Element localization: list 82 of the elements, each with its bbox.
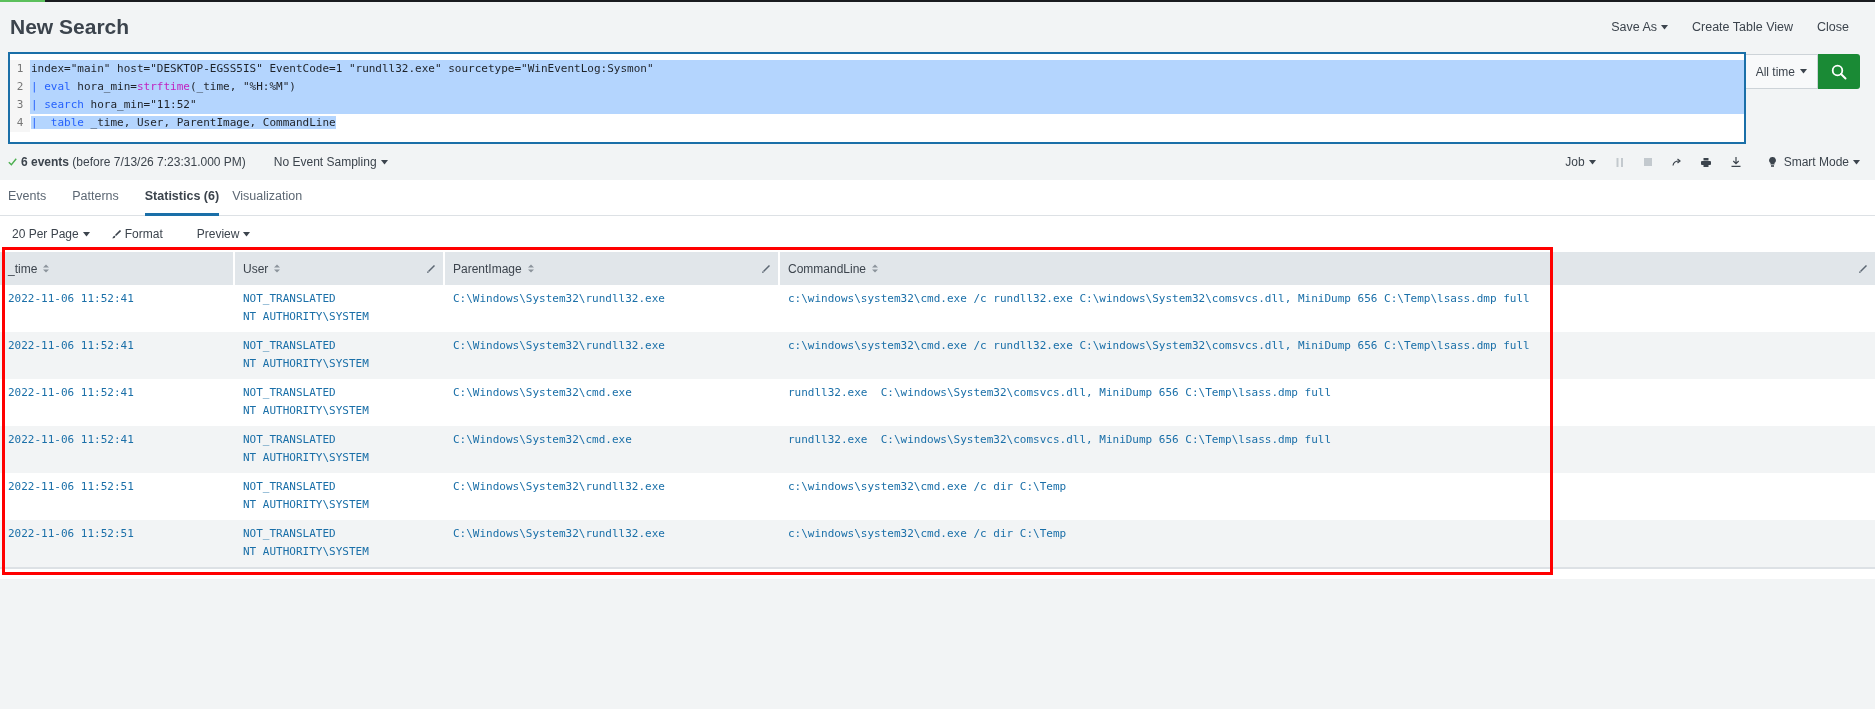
sort-icon xyxy=(43,264,50,273)
table-cell: rundll32.exe C:\windows\System32\comsvcs.dll, MiniDump 656 C:\Temp\lsass.dmp full xyxy=(788,433,1332,446)
table-cell: C:\Windows\System32\rundll32.exe xyxy=(453,339,665,352)
lightbulb-icon xyxy=(1768,157,1776,167)
save-as-dropdown[interactable]: Save As xyxy=(1611,15,1669,39)
code-line: | eval hora_min=strftime(_time, "%H:%M") xyxy=(31,80,296,93)
search-editor[interactable] xyxy=(8,52,1746,144)
caret-icon xyxy=(1588,159,1596,165)
job-dropdown[interactable]: Job xyxy=(1565,153,1596,171)
table-cell-value: NT AUTHORITY\SYSTEM xyxy=(243,450,369,466)
download-button[interactable] xyxy=(1730,157,1741,167)
table-cell: C:\Windows\System32\cmd.exe xyxy=(453,433,632,446)
table-cell: 2022-11-06 11:52:41 xyxy=(8,339,134,352)
table-cell: c:\windows\system32\cmd.exe /c rundll32.exe C:\windows\System32\comsvcs.dll, MiniDump 656 C:\Temp\lsass.dmp full xyxy=(788,339,1530,352)
format-button[interactable]: Format xyxy=(111,225,163,243)
table-cell-value: NT AUTHORITY\SYSTEM xyxy=(243,309,369,325)
table-cell-value: NT AUTHORITY\SYSTEM xyxy=(243,403,369,419)
table-cell: C:\Windows\System32\rundll32.exe xyxy=(453,480,665,493)
sort-icon xyxy=(872,264,879,273)
caret-icon xyxy=(243,231,251,237)
line-number: 1 xyxy=(10,60,30,78)
stop-icon xyxy=(1643,158,1652,166)
table-cell: 2022-11-06 11:52:41 xyxy=(8,386,134,399)
brush-icon xyxy=(111,229,121,239)
edit-icon[interactable] xyxy=(427,264,435,273)
line-number: 2 xyxy=(10,78,30,96)
table-cell: rundll32.exe C:\windows\System32\comsvcs.dll, MiniDump 656 C:\Temp\lsass.dmp full xyxy=(788,386,1332,399)
check-icon xyxy=(8,158,17,166)
table-cell-value: NOT_TRANSLATED xyxy=(243,526,336,542)
table-cell-value: NT AUTHORITY\SYSTEM xyxy=(243,497,369,513)
code-line: index="main" host="DESKTOP-EGSS5IS" EventCode=1 "rundll32.exe" sourcetype="WinEventLog:Sysmon" xyxy=(31,62,654,75)
table-cell: c:\windows\system32\cmd.exe /c dir C:\Temp xyxy=(788,480,1067,493)
print-button[interactable] xyxy=(1700,157,1711,167)
table-cell-value: NOT_TRANSLATED xyxy=(243,385,336,401)
table-cell: c:\windows\system32\cmd.exe /c dir C:\Temp xyxy=(788,527,1067,540)
caret-icon xyxy=(1800,69,1807,74)
table-cell: C:\Windows\System32\cmd.exe xyxy=(453,386,632,399)
table-cell: C:\Windows\System32\rundll32.exe xyxy=(453,527,665,540)
table-cell: 2022-11-06 11:52:51 xyxy=(8,527,134,540)
tab[interactable]: Events xyxy=(8,180,60,216)
search-icon xyxy=(1831,63,1847,80)
caret-icon xyxy=(1853,159,1860,165)
mode-dropdown[interactable]: Smart Mode xyxy=(1768,153,1860,171)
table-cell-value: NOT_TRANSLATED xyxy=(243,338,336,354)
tab[interactable]: Patterns xyxy=(72,180,132,216)
share-button[interactable] xyxy=(1671,158,1681,166)
caret-icon xyxy=(380,159,388,165)
table-cell-value: NOT_TRANSLATED xyxy=(243,291,336,307)
table-cell: 2022-11-06 11:52:51 xyxy=(8,480,134,493)
event-count-text: 6 events (before 7/13/26 7:23:31.000 PM) xyxy=(21,154,246,171)
table-cell-value: NOT_TRANSLATED xyxy=(243,432,336,448)
pause-icon xyxy=(1615,157,1624,167)
edit-icon[interactable] xyxy=(762,264,770,273)
print-icon xyxy=(1700,157,1711,167)
table-cell: 2022-11-06 11:52:41 xyxy=(8,433,134,446)
column-header[interactable]: CommandLine xyxy=(780,252,1875,285)
header-action-button[interactable]: Create Table View xyxy=(1692,15,1794,39)
table-cell: c:\windows\system32\cmd.exe /c rundll32.exe C:\windows\System32\comsvcs.dll, MiniDump 656 C:\Temp\lsass.dmp full xyxy=(788,292,1530,305)
edit-icon[interactable] xyxy=(1859,264,1867,273)
table-cell: 2022-11-06 11:52:41 xyxy=(8,292,134,305)
table-cell-value: NOT_TRANSLATED xyxy=(243,479,336,495)
preview-dropdown[interactable]: Preview xyxy=(196,225,251,243)
table-cell: C:\Windows\System32\rundll32.exe xyxy=(453,292,665,305)
sampling-dropdown[interactable]: No Event Sampling xyxy=(273,153,388,171)
search-button[interactable] xyxy=(1818,54,1860,89)
table-cell-value: NT AUTHORITY\SYSTEM xyxy=(243,356,369,372)
tab[interactable]: Statistics (6) xyxy=(144,180,220,216)
caret-icon xyxy=(82,231,90,237)
code-line: | search hora_min="11:52" xyxy=(31,98,197,111)
per-page-dropdown[interactable]: 20 Per Page xyxy=(12,225,90,243)
page-title: New Search xyxy=(10,14,130,40)
sort-icon xyxy=(527,264,534,273)
time-range-dropdown[interactable]: All time xyxy=(1745,54,1818,89)
share-icon xyxy=(1671,158,1681,166)
line-number: 3 xyxy=(10,96,30,114)
progress-accent xyxy=(0,0,45,2)
line-number: 4 xyxy=(10,114,30,132)
table-cell-value: NT AUTHORITY\SYSTEM xyxy=(243,544,369,560)
sort-icon xyxy=(274,264,281,273)
tab[interactable]: Visualization xyxy=(232,180,316,216)
download-icon xyxy=(1730,157,1741,167)
header-action-button[interactable]: Close xyxy=(1817,15,1849,39)
